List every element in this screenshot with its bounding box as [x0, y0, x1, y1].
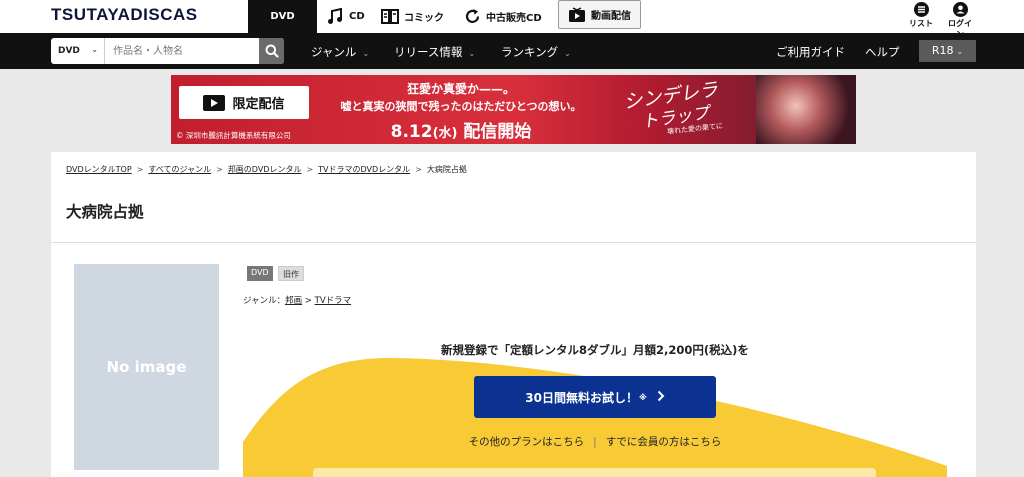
- music-note-icon: [327, 8, 344, 25]
- chevron-right-icon: [657, 390, 665, 405]
- status-badge: 旧作: [278, 266, 304, 281]
- tab-used-cd-label: 中古販売CD: [486, 13, 542, 24]
- main-nav: DVD ⌄ ジャンル ⌄ リリース情報 ⌄ ランキング ⌄ ご利用ガイド ヘルプ R1…: [0, 33, 1024, 69]
- breadcrumb-link[interactable]: DVDレンタルTOP: [66, 165, 132, 174]
- breadcrumb-separator: >: [216, 165, 223, 174]
- chevron-down-icon: ⌄: [468, 49, 476, 58]
- tab-video[interactable]: 動画配信: [558, 0, 641, 29]
- signup-promo: 新規登録で「定額レンタル8ダブル」月額2,200円(税込)を 30日間無料お試し…: [243, 342, 947, 477]
- banner-tagline-1: 狂愛か真愛か——。: [406, 82, 515, 96]
- tab-dvd[interactable]: DVD: [248, 0, 317, 33]
- nav-help[interactable]: ヘルプ: [865, 44, 900, 60]
- top-bar: TSUTAYADISCAS DVD CD コミック 中古販売CD 動画配信 リス…: [0, 0, 1024, 39]
- nav-ranking-label: ランキング: [501, 45, 559, 59]
- format-badge: DVD: [247, 266, 273, 281]
- breadcrumb-separator: >: [415, 165, 422, 174]
- exclusive-badge: 限定配信: [179, 86, 309, 119]
- content-card: DVDレンタルTOP > すべてのジャンル > 邦画のDVDレンタル > TVドラマのDVD…: [51, 152, 976, 477]
- promo-banner[interactable]: 限定配信 © 深圳市騰訊計算機系統有限公司 狂愛か真愛か——。 嘘と真実の狭間で…: [171, 75, 856, 144]
- nav-release-label: リリース情報: [394, 45, 463, 59]
- promo-message: 新規登録で「定額レンタル8ダブル」月額2,200円(税込)を: [441, 343, 749, 357]
- plan-links: その他のプランはこちら | すでに会員の方はこちら: [243, 434, 947, 449]
- free-trial-note-mark: ※: [638, 392, 647, 402]
- site-logo[interactable]: TSUTAYADISCAS: [51, 5, 198, 25]
- chevron-down-icon: ⌄: [362, 49, 370, 58]
- chevron-down-icon: ⌄: [91, 45, 98, 54]
- banner-weekday: (水): [432, 126, 458, 141]
- tab-cd-label: CD: [349, 11, 365, 22]
- breadcrumb-link[interactable]: すべてのジャンル: [148, 165, 211, 174]
- tab-cd[interactable]: CD: [327, 0, 365, 33]
- nav-guide[interactable]: ご利用ガイド: [776, 44, 845, 60]
- list-icon: [913, 2, 929, 17]
- r18-label: R18: [931, 44, 954, 57]
- breadcrumb: DVDレンタルTOP > すべてのジャンル > 邦画のDVDレンタル > TVドラマのDVD…: [66, 164, 467, 175]
- list-label: リスト: [909, 19, 933, 28]
- other-plans-link[interactable]: その他のプランはこちら: [469, 436, 585, 448]
- breadcrumb-link[interactable]: TVドラマのDVDレンタル: [318, 165, 410, 174]
- free-trial-button[interactable]: 30日間無料お試し！ ※: [474, 376, 716, 418]
- search-box: DVD ⌄: [51, 38, 284, 64]
- nav-release[interactable]: リリース情報 ⌄: [394, 44, 475, 60]
- tab-comic[interactable]: コミック: [381, 0, 444, 33]
- search-input[interactable]: [107, 38, 257, 64]
- free-trial-label: 30日間無料お試し！: [525, 390, 638, 405]
- tab-dvd-label: DVD: [270, 11, 295, 22]
- tab-used-cd[interactable]: 中古販売CD: [464, 0, 542, 33]
- nav-ranking[interactable]: ランキング ⌄: [501, 44, 571, 60]
- user-icon: [952, 2, 968, 17]
- banner-date: 8.12: [390, 122, 433, 142]
- banner-tagline-2: 嘘と真実の狭間で残ったのはただひとつの想い。: [340, 100, 582, 113]
- nav-genre-label: ジャンル: [311, 45, 357, 59]
- no-image-label: No image: [106, 358, 187, 376]
- divider: [51, 242, 976, 243]
- list-button[interactable]: リスト: [906, 2, 936, 29]
- genre-label: ジャンル：: [243, 296, 286, 306]
- play-icon: [203, 94, 226, 111]
- genre-link[interactable]: TVドラマ: [315, 296, 352, 306]
- genre-line: ジャンル：邦画 > TVドラマ: [243, 294, 351, 306]
- breadcrumb-separator: >: [136, 165, 144, 174]
- search-category-label: DVD: [58, 46, 80, 56]
- tab-comic-label: コミック: [404, 13, 444, 24]
- chevron-down-icon: ⌄: [956, 47, 964, 56]
- r18-button[interactable]: R18 ⌄: [919, 40, 976, 62]
- tab-video-label: 動画配信: [591, 11, 631, 22]
- page-title: 大病院占拠: [66, 203, 144, 221]
- genre-separator: >: [302, 296, 315, 306]
- banner-release-label: 配信開始: [463, 122, 532, 142]
- breadcrumb-link[interactable]: 邦画のDVDレンタル: [228, 165, 302, 174]
- nav-genre[interactable]: ジャンル ⌄: [311, 44, 369, 60]
- banner-copyright: © 深圳市騰訊計算機系統有限公司: [176, 131, 291, 140]
- genre-link[interactable]: 邦画: [285, 296, 302, 306]
- product-image-placeholder: No image: [74, 264, 219, 470]
- banner-artwork: [756, 75, 856, 144]
- promo-inner-panel: [313, 468, 876, 477]
- link-separator: |: [593, 436, 597, 448]
- breadcrumb-current: 大病院占拠: [426, 165, 467, 174]
- search-category-select[interactable]: DVD ⌄: [51, 38, 105, 64]
- search-button[interactable]: [259, 38, 284, 64]
- play-icon: [568, 6, 586, 23]
- recycle-icon: [464, 8, 481, 25]
- search-icon: [265, 44, 279, 58]
- banner-release-date: 8.12(水) 配信開始: [311, 117, 611, 142]
- chevron-down-icon: ⌄: [564, 49, 571, 58]
- book-icon: [381, 8, 399, 25]
- member-login-link[interactable]: すでに会員の方はこちら: [606, 436, 722, 448]
- breadcrumb-separator: >: [306, 165, 314, 174]
- exclusive-badge-label: 限定配信: [232, 97, 285, 112]
